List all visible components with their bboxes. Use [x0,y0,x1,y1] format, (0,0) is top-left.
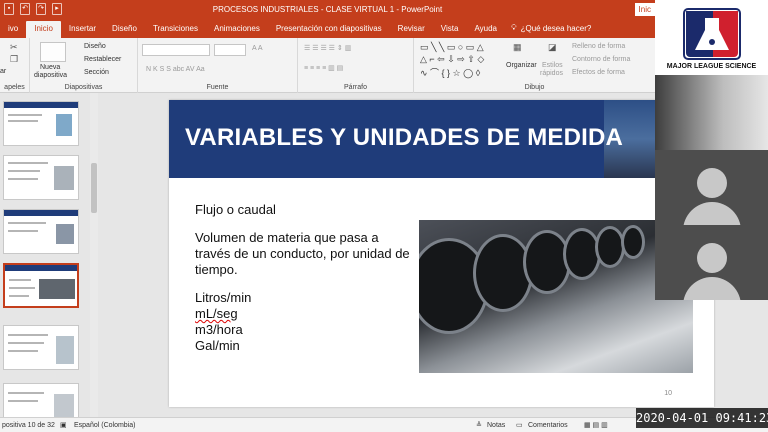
group-drawing-label: Dibujo [524,84,545,91]
tab-help[interactable]: Ayuda [466,21,505,38]
group-drawing: ▭ ╲ ╲ ▭ ○ ▭ △ △ ⌐ ⇦ ⇩ ⇨ ⇧ ◇ ∿ ⌒ { } ☆ ◯ … [414,38,655,93]
unit-item: m3/hora [195,322,243,337]
spellcheck-icon[interactable]: ▣ [60,421,67,429]
slide-thumbnail[interactable] [3,155,79,200]
shapes-gallery-row2[interactable]: △ ⌐ ⇦ ⇩ ⇨ ⇧ ◇ [420,54,484,65]
slide-thumbnail-selected[interactable] [3,263,79,308]
tab-animations[interactable]: Animaciones [206,21,268,38]
quick-styles-icon[interactable]: ◪ [548,42,557,53]
major-league-science-logo [683,8,741,60]
group-clipboard: ✂ ❐ ar apeles [0,38,30,93]
participant-tile-avatar[interactable] [655,225,768,300]
comments-button[interactable]: Comentarios [528,422,568,429]
reset-button[interactable]: Restablecer [84,56,121,63]
window-title: PROCESOS INDUSTRIALES - CLASE VIRTUAL 1 … [212,5,443,14]
thumbnail-scrollbar[interactable] [90,93,98,417]
shapes-gallery-row3[interactable]: ∿ ⌒ { } ☆ ◯ ◊ [420,66,480,79]
thumbnail-scrollbar-thumb[interactable] [91,163,97,213]
tab-home[interactable]: Inicio [26,21,61,38]
group-paragraph-label: Párrafo [344,84,367,91]
tell-me-box[interactable]: 💡︎ ¿Qué desea hacer? [505,20,597,38]
quick-styles-label-2[interactable]: rápidos [540,70,563,77]
lightbulb-icon: 💡︎ [510,23,517,32]
recording-timestamp: 2020-04-01 09:41:23 [636,408,768,428]
font-grow-icon[interactable]: A A [252,45,263,52]
shape-effects-button[interactable]: Efectos de forma [572,69,625,76]
group-clipboard-label: apeles [4,84,25,91]
ribbon: ✂ ❐ ar apeles Nueva diapositiva Diseño R… [0,38,655,93]
group-font: A A N K S S abc AV Aa Fuente [138,38,298,93]
tab-design[interactable]: Diseño [104,21,145,38]
tab-file[interactable]: ivo [0,21,26,38]
section-button[interactable]: Sección [84,69,109,76]
slide-counter: positiva 10 de 32 [2,421,55,429]
cut-icon[interactable]: ✂ [10,42,18,53]
view-buttons[interactable]: ▦ ▤ ▥ [584,421,608,429]
unit-item: Gal/min [195,338,240,353]
comments-icon[interactable]: ▭ [516,421,523,429]
arrange-icon[interactable]: ▦ [513,42,522,53]
slide-thumbnail[interactable] [3,209,79,254]
unit-item: mL/seg [195,306,238,321]
shape-fill-button[interactable]: Relleno de forma [572,43,625,50]
slide-definition: Volumen de materia que pasa a través de … [195,230,410,277]
notes-button[interactable]: Notas [487,422,505,429]
avatar-icon [697,243,727,273]
tab-transitions[interactable]: Transiciones [145,21,206,38]
slide-thumbnail[interactable] [3,325,79,370]
slide-thumbnail-pane [0,93,100,428]
logo-text: MAJOR LEAGUE SCIENCE [666,63,757,70]
slide-heading: Flujo o caudal [195,202,276,217]
layout-button[interactable]: Diseño [84,43,106,50]
slide-text-body[interactable]: Flujo o caudal Volumen de materia que pa… [195,202,415,354]
new-slide-label-2[interactable]: diapositiva [34,72,67,79]
slide-canvas[interactable]: VARIABLES Y UNIDADES DE MEDIDA Flujo o c… [169,100,714,407]
new-slide-icon[interactable] [40,42,66,62]
tab-slideshow[interactable]: Presentación con diapositivas [268,21,390,38]
quick-styles-label-1[interactable]: Estilos [542,62,563,69]
powerpoint-window: ▪ ↶ ↷ ▸ PROCESOS INDUSTRIALES - CLASE VI… [0,0,768,432]
unit-item: Litros/min [195,290,252,305]
pipes-photo[interactable] [419,220,693,373]
tab-insert[interactable]: Insertar [61,21,104,38]
title-bar: ▪ ↶ ↷ ▸ PROCESOS INDUSTRIALES - CLASE VI… [0,0,655,20]
group-paragraph: ☰ ☰ ☰ ☰ ⇕ ▥ ≡ ≡ ≡ ≡ ▥ ▤ Párrafo [298,38,414,93]
align-buttons[interactable]: ≡ ≡ ≡ ≡ ▥ ▤ [304,64,343,72]
tell-me-text: ¿Qué desea hacer? [520,23,592,33]
shape-outline-button[interactable]: Contorno de forma [572,56,630,63]
slide-thumbnail[interactable] [3,101,79,146]
notes-icon[interactable]: ≜ [476,421,482,429]
tab-view[interactable]: Vista [433,21,467,38]
group-slides: Nueva diapositiva Diseño Restablecer Sec… [30,38,138,93]
arrange-button[interactable]: Organizar [506,62,537,69]
participant-tile-logo[interactable]: MAJOR LEAGUE SCIENCE [655,0,768,75]
list-buttons[interactable]: ☰ ☰ ☰ ☰ ⇕ ▥ [304,44,351,52]
font-format-buttons[interactable]: N K S S abc AV Aa [146,66,205,73]
video-call-panel: MAJOR LEAGUE SCIENCE [655,0,768,300]
shapes-gallery[interactable]: ▭ ╲ ╲ ▭ ○ ▭ △ [420,42,484,53]
font-size-select[interactable] [214,44,246,56]
sign-in-button[interactable]: Inic [634,3,655,16]
font-name-select[interactable] [142,44,210,56]
group-slides-label: Diapositivas [64,84,103,91]
slide-number: 10 [664,390,672,397]
copy-icon[interactable]: ❐ [10,54,18,65]
language-status[interactable]: Español (Colombia) [74,422,135,429]
paste-label[interactable]: ar [0,68,6,75]
slide-title-banner: VARIABLES Y UNIDADES DE MEDIDA [169,100,714,178]
slide-title[interactable]: VARIABLES Y UNIDADES DE MEDIDA [185,124,623,152]
ribbon-tabs: ivo Inicio Insertar Diseño Transiciones … [0,20,655,38]
participant-tile-avatar[interactable] [655,150,768,225]
new-slide-label-1[interactable]: Nueva [40,64,60,71]
group-font-label: Fuente [206,84,229,91]
participant-tile-camera[interactable] [655,75,768,150]
tab-review[interactable]: Revisar [390,21,433,38]
avatar-icon [697,168,727,198]
